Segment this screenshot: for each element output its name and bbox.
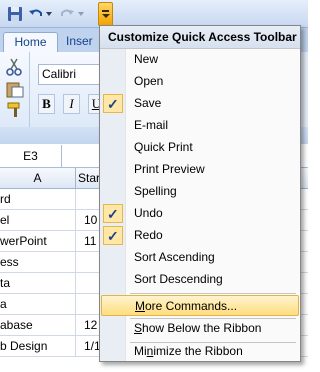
menu-item-sort-descending[interactable]: Sort Descending [100, 269, 300, 290]
customize-qat-menu: Customize Quick Access Toolbar New Open … [99, 25, 301, 362]
customize-dropdown-icon [102, 10, 109, 12]
menu-item-open[interactable]: Open [100, 71, 300, 92]
menu-item-redo[interactable]: ✓ Redo [100, 225, 300, 246]
menu-item-label: Undo [134, 206, 163, 220]
menu-item-label: Spelling [134, 184, 177, 198]
menu-item-label: Quick Print [134, 140, 193, 154]
paste-icon[interactable] [6, 80, 24, 101]
menu-item-spelling[interactable]: Spelling [100, 181, 300, 202]
checkmark-icon: ✓ [107, 96, 119, 112]
menu-item-label: Show Below the Ribbon [134, 321, 262, 335]
cell[interactable]: a [0, 294, 76, 315]
cell[interactable]: b Design [0, 336, 76, 357]
menu-item-more-commands[interactable]: More Commands... [101, 295, 299, 316]
menu-item-label: Redo [134, 228, 163, 242]
menu-item-undo[interactable]: ✓ Undo [100, 203, 300, 224]
format-painter-icon[interactable] [6, 102, 24, 121]
menu-item-label: New [134, 52, 159, 66]
tab-home[interactable]: Home [3, 32, 58, 53]
cell[interactable]: ess [0, 252, 76, 273]
menu-item-label: Sort Ascending [134, 250, 215, 264]
redo-icon[interactable] [58, 5, 76, 23]
cell[interactable]: rd [0, 189, 76, 210]
cut-icon[interactable] [6, 58, 22, 79]
menu-item-label: Open [134, 74, 164, 88]
save-icon[interactable] [6, 5, 24, 23]
tab-insert[interactable]: Inser [66, 34, 93, 48]
menu-title: Customize Quick Access Toolbar [100, 26, 300, 49]
redo-dropdown-icon[interactable] [77, 5, 85, 23]
cell[interactable]: abase [0, 315, 76, 336]
menu-item-email[interactable]: E-mail [100, 115, 300, 136]
italic-button[interactable]: I [63, 94, 80, 114]
quick-access-toolbar [0, 0, 308, 28]
cell[interactable]: werPoint [0, 231, 76, 252]
menu-item-show-below-ribbon[interactable]: Show Below the Ribbon [100, 318, 300, 339]
customize-qat-button[interactable] [98, 2, 113, 26]
menu-item-new[interactable]: New [100, 49, 300, 70]
undo-dropdown-icon[interactable] [45, 5, 53, 23]
menu-item-label: Minimize the Ribbon [134, 344, 243, 358]
bold-button[interactable]: B [38, 94, 55, 114]
undo-icon[interactable] [27, 5, 45, 23]
menu-item-print-preview[interactable]: Print Preview [100, 159, 300, 180]
checkmark-icon: ✓ [107, 206, 119, 222]
cell[interactable]: el [0, 210, 76, 231]
column-header-a[interactable]: A [0, 168, 76, 189]
menu-item-label: More Commands... [135, 299, 238, 313]
menu-item-quick-print[interactable]: Quick Print [100, 137, 300, 158]
checkmark-icon: ✓ [107, 228, 119, 244]
menu-item-label: Print Preview [134, 162, 205, 176]
name-box[interactable]: E3 [0, 145, 62, 167]
menu-item-label: Sort Descending [134, 272, 223, 286]
menu-item-label: E-mail [134, 118, 169, 132]
menu-item-minimize-ribbon[interactable]: Minimize the Ribbon [100, 341, 300, 362]
menu-item-save[interactable]: ✓ Save [100, 93, 300, 114]
menu-item-sort-ascending[interactable]: Sort Ascending [100, 247, 300, 268]
cell[interactable]: ta [0, 273, 76, 294]
menu-item-label: Save [134, 96, 162, 110]
menu-separator [130, 293, 296, 294]
